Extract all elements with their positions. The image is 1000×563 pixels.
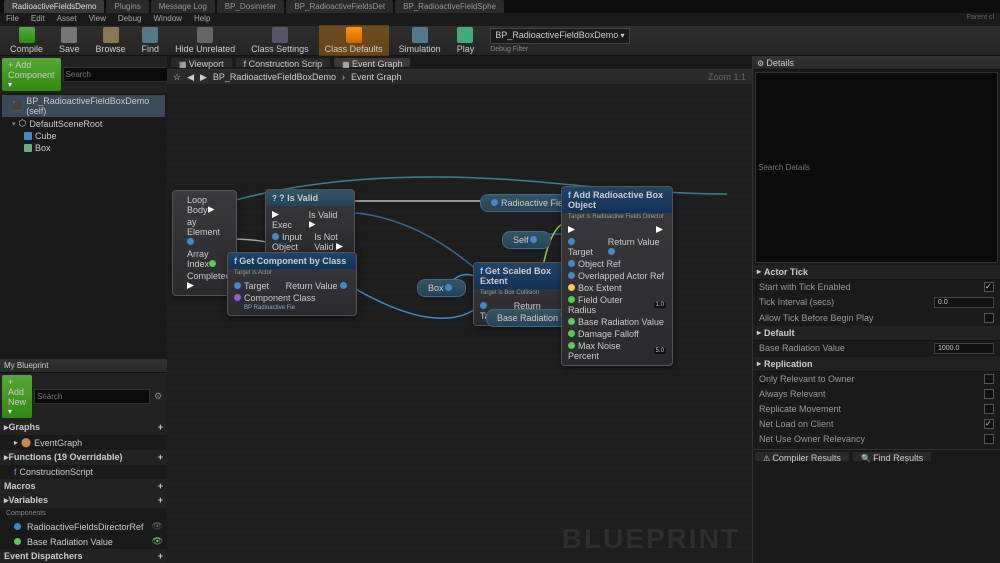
breadcrumb-class[interactable]: BP_RadioactiveFieldBoxDemo [213, 72, 336, 82]
graph-canvas[interactable]: Loop Body ay Element Array Index Complet… [167, 84, 752, 563]
toolbar: Compile Save Browse Find Hide Unrelated … [0, 26, 1000, 56]
details-search[interactable] [755, 72, 998, 263]
tab-plugins[interactable]: Plugins [106, 0, 148, 13]
class-settings-icon [272, 27, 288, 43]
nav-back-arrow[interactable]: ◀ [187, 72, 194, 83]
tab-find-results[interactable]: 🔍 Find Results [853, 452, 931, 461]
check-start-tick[interactable] [984, 282, 994, 292]
tab-compiler-results[interactable]: ⚠ Compiler Results [755, 452, 849, 461]
settings-icon[interactable]: ⚙ [150, 391, 166, 402]
check-only-relevant[interactable] [984, 374, 994, 384]
field-base-radiation[interactable] [934, 343, 994, 354]
section-event-dispatchers[interactable]: Event Dispatchers+ [0, 549, 167, 563]
components-search[interactable] [63, 67, 179, 82]
my-blueprint-header: My Blueprint [0, 359, 167, 373]
class-defaults-button[interactable]: Class Defaults [319, 25, 389, 56]
hide-unrelated-icon [197, 27, 213, 43]
compile-icon [19, 27, 35, 43]
subsection-components[interactable]: Components [0, 508, 167, 519]
component-box[interactable]: Box [2, 142, 165, 154]
browse-button[interactable]: Browse [90, 25, 132, 56]
section-functions[interactable]: ▸Functions (19 Overridable)+ [0, 450, 167, 465]
node-is-valid[interactable]: ? ? Is Valid ExecIs Valid Input ObjectIs… [265, 189, 355, 257]
play-icon [457, 27, 473, 43]
component-scene-root[interactable]: ▾⬡DefaultSceneRoot [2, 117, 165, 130]
debug-filter-label: Debug Filter [490, 46, 629, 53]
browse-icon [103, 27, 119, 43]
check-allow-before[interactable] [984, 313, 994, 323]
pill-self[interactable]: Self [502, 231, 551, 249]
nav-fwd-arrow[interactable]: ▶ [200, 72, 207, 83]
tab-main[interactable]: RadioactiveFieldsDemo [4, 0, 104, 13]
zoom-label: Zoom 1:1 [708, 72, 746, 82]
item-eventgraph[interactable]: ▸ ⬤EventGraph [0, 435, 167, 450]
blueprint-watermark: BLUEPRINT [562, 523, 740, 555]
check-net-load[interactable] [984, 419, 994, 429]
center-panel: ▦ Viewport f Construction Scrip ▦ Event … [167, 56, 752, 563]
var-director-ref[interactable]: RadioactiveFieldsDirectorRef👁 [0, 519, 167, 534]
item-construction[interactable]: fConstructionScript [0, 465, 167, 479]
tab-construction[interactable]: f Construction Scrip [236, 58, 331, 67]
tab-log[interactable]: Message Log [151, 0, 215, 13]
simulation-button[interactable]: Simulation [393, 25, 447, 56]
add-new-button[interactable]: + Add New ▾ [2, 375, 32, 418]
tab-viewport[interactable]: ▦ Viewport [171, 58, 232, 67]
section-default[interactable]: ▸ Default [753, 326, 1000, 341]
section-actor-tick[interactable]: ▸ Actor Tick [753, 265, 1000, 280]
section-variables[interactable]: ▸Variables+ [0, 493, 167, 508]
save-button[interactable]: Save [53, 25, 86, 56]
breadcrumb-graph[interactable]: Event Graph [351, 72, 402, 82]
pill-box[interactable]: Box [417, 279, 466, 297]
class-settings-button[interactable]: Class Settings [245, 25, 315, 56]
check-net-owner[interactable] [984, 434, 994, 444]
details-header: ⚙ Details [753, 56, 1000, 70]
tab-eventgraph[interactable]: ▦ Event Graph [334, 58, 410, 67]
myblueprint-search[interactable] [34, 389, 150, 404]
tab-sphere[interactable]: BP_RadioactiveFieldSphe [395, 0, 504, 13]
play-button[interactable]: Play [451, 25, 481, 56]
check-always-relevant[interactable] [984, 389, 994, 399]
section-macros[interactable]: Macros+ [0, 479, 167, 493]
title-bar: RadioactiveFieldsDemo Plugins Message Lo… [0, 0, 1000, 13]
simulation-icon [412, 27, 428, 43]
debug-object-dropdown[interactable]: BP_RadioactiveFieldBoxDemo ▾ [490, 28, 629, 44]
class-defaults-icon [346, 27, 362, 43]
add-component-button[interactable]: + Add Component ▾ [2, 58, 61, 91]
nav-back[interactable]: ☆ [173, 72, 181, 83]
tab-dosimeter[interactable]: BP_Dosimeter [217, 0, 285, 13]
compile-button[interactable]: Compile [4, 25, 49, 56]
hide-unrelated-button[interactable]: Hide Unrelated [169, 25, 241, 56]
details-panel: ⚙ Details ▸ Actor Tick Start with Tick E… [752, 56, 1000, 563]
section-replication[interactable]: ▸ Replication [753, 357, 1000, 372]
component-cube[interactable]: Cube [2, 130, 165, 142]
field-tick-interval[interactable] [934, 297, 994, 308]
find-button[interactable]: Find [136, 25, 166, 56]
parent-class-label: Parent cl [964, 13, 996, 26]
tab-detector[interactable]: BP_RadioactiveFieldsDet [286, 0, 393, 13]
check-replicate-movement[interactable] [984, 404, 994, 414]
section-graphs[interactable]: ▸Graphs+ [0, 420, 167, 435]
node-add-box[interactable]: f Add Radioactive Box Object Target is R… [561, 186, 673, 366]
component-self[interactable]: ⬛BP_RadioactiveFieldBoxDemo (self) [2, 95, 165, 117]
save-icon [61, 27, 77, 43]
find-icon [142, 27, 158, 43]
var-base-radiation[interactable]: Base Radiation Value👁 [0, 534, 167, 549]
node-title: ? ? Is Valid [266, 190, 354, 206]
node-get-component[interactable]: f Get Component by Class Target is Actor… [227, 252, 357, 316]
left-panel: + Add Component ▾ ⬛BP_RadioactiveFieldBo… [0, 56, 167, 563]
